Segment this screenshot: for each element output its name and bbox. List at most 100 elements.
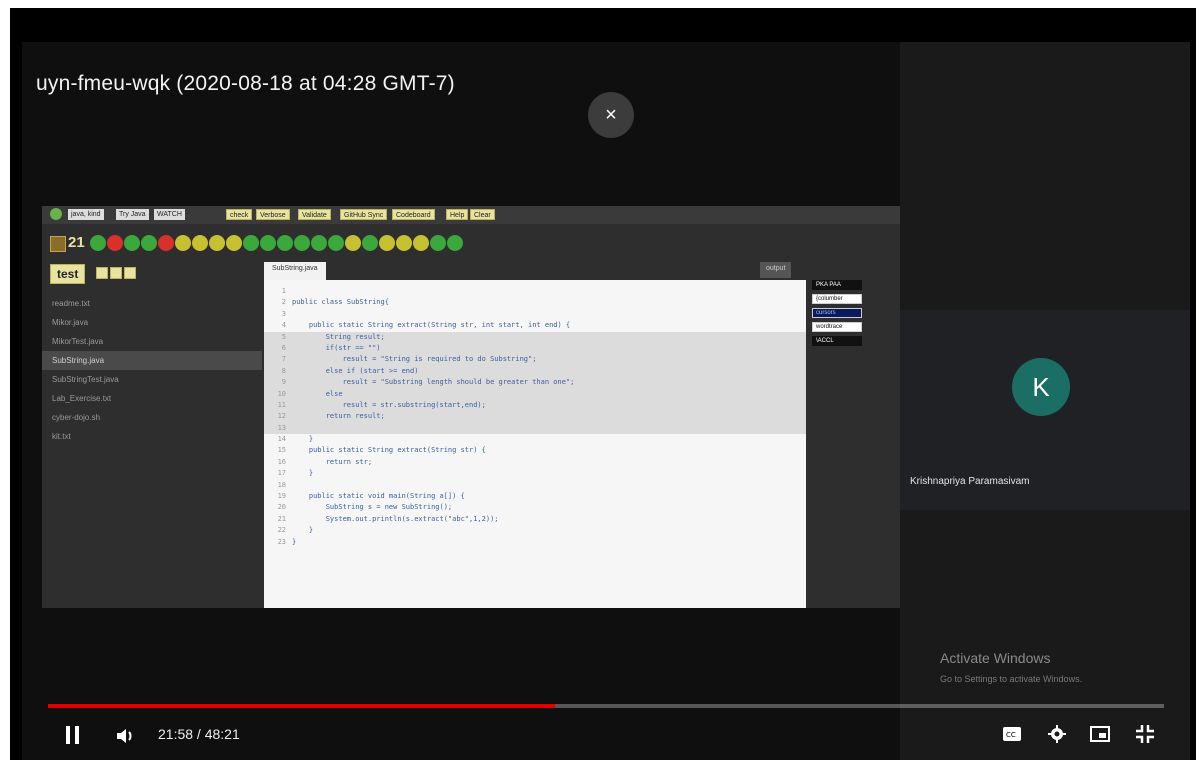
captions-button[interactable]: CC [1002, 726, 1022, 747]
file-list-item: MikorTest.java [52, 337, 104, 346]
exit-fullscreen-button[interactable] [1136, 725, 1154, 748]
file-list-item: kit.txt [52, 432, 71, 441]
file-list-item: SubString.java [42, 351, 262, 370]
ide-toolbar-button: GitHub Sync [340, 209, 388, 220]
line-number: 7 [281, 355, 286, 364]
code-line: 21 System.out.println(s.extract("abc",1,… [264, 514, 806, 525]
code-line: 13 [264, 422, 806, 435]
code-line: 9 result = "Substring length should be g… [264, 377, 806, 389]
code-line: 14 } [264, 434, 806, 445]
info-badge: \ACCL [812, 336, 862, 346]
close-button[interactable]: × [588, 92, 634, 138]
test-result-dot [141, 235, 157, 251]
avatar: K [1012, 358, 1070, 416]
test-button: test [50, 264, 86, 284]
test-result-dot [379, 235, 395, 251]
code-line: 3 [264, 309, 806, 320]
ide-toolbar-button: Codeboard [392, 209, 435, 220]
test-result-dot [413, 235, 429, 251]
code-line: 1 [264, 286, 806, 297]
ide-toolbar-button: check [226, 209, 253, 220]
line-number: 10 [277, 389, 286, 398]
ide-file-tab: Try Java [116, 209, 149, 220]
code-editor: 1 2 public class SubString{3 4 public stati… [264, 280, 806, 608]
main-video-area: uyn-fmeu-wqk (2020-08-18 at 04:28 GMT-7)… [22, 42, 900, 760]
info-badges: PKA PAA {columber cursors wordtrace \ACCL [812, 280, 862, 350]
code-line: 11 result = str.substring(start,end); [264, 399, 806, 412]
ide-toolbar: java, kind Try Java WATCH check Verbose … [42, 206, 900, 224]
file-list-item: readme.txt [52, 299, 90, 308]
video-title: uyn-fmeu-wqk (2020-08-18 at 04:28 GMT-7) [36, 72, 455, 95]
settings-button[interactable] [1048, 725, 1066, 748]
ide-file-tab: WATCH [154, 209, 185, 220]
file-list-item: SubStringTest.java [52, 375, 119, 384]
test-result-dot [345, 235, 361, 251]
line-number: 8 [281, 366, 286, 375]
progress-fill [48, 704, 556, 708]
participant-name: Krishnapriya Paramasivam [910, 476, 1030, 487]
code-line: 15 public static String extract(String s… [264, 445, 806, 456]
time-display: 21:58 / 48:21 [158, 726, 240, 742]
code-line: 18 [264, 480, 806, 491]
line-number: 14 [277, 435, 286, 444]
ide-file-tab: java, kind [68, 209, 104, 220]
line-number: 18 [277, 480, 286, 489]
shared-screen-ide: java, kind Try Java WATCH check Verbose … [42, 206, 900, 608]
info-badge: {columber [812, 294, 862, 304]
line-number: 22 [277, 526, 286, 535]
line-number: 5 [281, 332, 286, 341]
line-number: 4 [281, 321, 286, 330]
info-badge: cursors [812, 308, 862, 318]
ide-toolbar-button: Clear [470, 209, 495, 220]
delete-file-icon [124, 267, 136, 279]
test-result-dot [209, 235, 225, 251]
test-result-dot [311, 235, 327, 251]
line-number: 11 [277, 400, 286, 409]
line-number: 2 [281, 298, 286, 307]
pause-button[interactable] [66, 726, 80, 749]
line-number: 21 [277, 514, 286, 523]
info-badge: PKA PAA [812, 280, 862, 290]
ide-toolbar-button: Verbose [256, 209, 290, 220]
rename-file-icon [110, 267, 122, 279]
ide-logo-icon [50, 208, 62, 220]
test-result-dot [362, 235, 378, 251]
test-result-dot [294, 235, 310, 251]
miniplayer-button[interactable] [1090, 726, 1110, 747]
line-number: 13 [277, 423, 286, 432]
test-result-dot [260, 235, 276, 251]
file-list-item: Lab_Exercise.txt [52, 394, 112, 403]
line-number: 12 [277, 412, 286, 421]
line-number: 16 [277, 457, 286, 466]
line-number: 23 [277, 537, 286, 546]
line-number: 17 [277, 469, 286, 478]
miniplayer-icon [1090, 726, 1110, 742]
traffic-light-icon [50, 236, 66, 252]
test-result-dot [243, 235, 259, 251]
code-line: 22 } [264, 525, 806, 536]
line-number: 6 [281, 343, 286, 352]
volume-button[interactable] [116, 728, 136, 749]
code-line: 6 if(str == "") [264, 342, 806, 355]
test-run-count: 21 [68, 234, 85, 251]
test-result-dot [447, 235, 463, 251]
exit-fullscreen-icon [1136, 725, 1154, 743]
code-line: 8 else if (start >= end) [264, 365, 806, 378]
progress-bar[interactable] [48, 704, 1164, 708]
gear-icon [1048, 725, 1066, 743]
pause-icon [66, 726, 79, 744]
code-line: 7 result = "String is required to do Sub… [264, 354, 806, 366]
video-player[interactable]: uyn-fmeu-wqk (2020-08-18 at 04:28 GMT-7)… [22, 42, 1190, 760]
code-line: 12 return result; [264, 411, 806, 423]
test-result-dots [90, 235, 463, 251]
line-number: 3 [281, 309, 286, 318]
file-list: readme.txt Mikor.java MikorTest.java SubStr… [42, 294, 262, 446]
test-result-dot [396, 235, 412, 251]
output-tab: output [760, 262, 792, 278]
test-result-dot [192, 235, 208, 251]
test-result-dot [226, 235, 242, 251]
code-line: 23} [264, 537, 806, 548]
code-line: 4 public static String extract(String st… [264, 320, 806, 331]
ide-toolbar-button: Validate [298, 209, 331, 220]
test-result-dot [328, 235, 344, 251]
